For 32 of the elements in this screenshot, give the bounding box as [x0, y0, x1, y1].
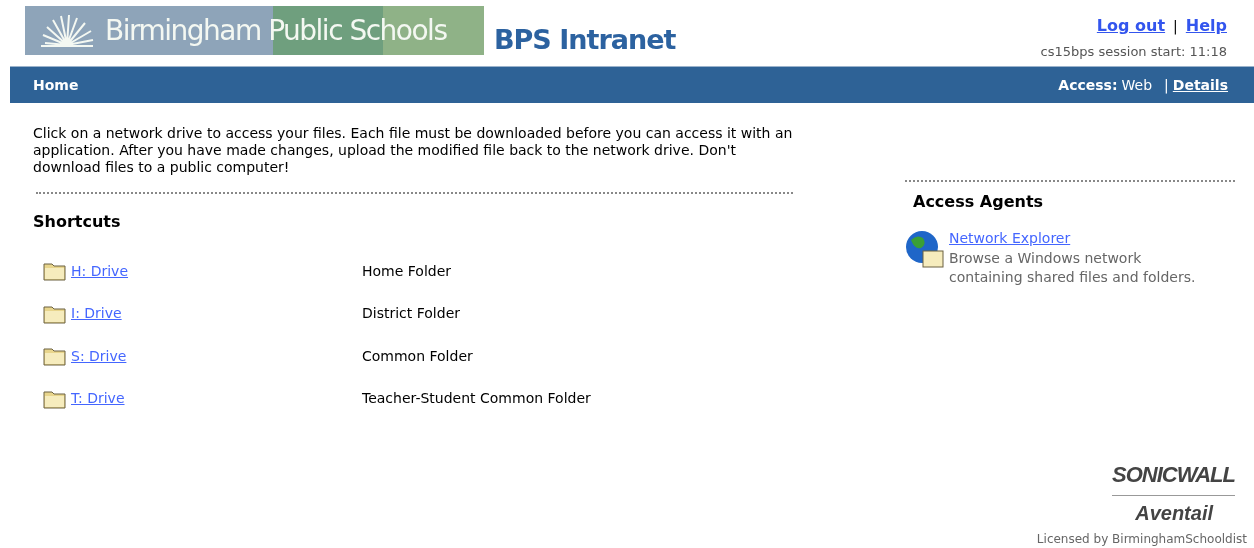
- section-heading: Shortcuts: [33, 211, 122, 233]
- banner-title: Birmingham Public Schools: [105, 12, 447, 49]
- folder-description: Teacher-Student Common Folder: [362, 389, 591, 409]
- folder-description: District Folder: [362, 304, 460, 324]
- access-label: Access:: [1058, 75, 1118, 95]
- aventail-logo: Aventail: [1135, 501, 1213, 526]
- network-explorer-link[interactable]: Network Explorer: [949, 230, 1071, 246]
- details-link[interactable]: Details: [1172, 74, 1228, 96]
- page-title: Home: [33, 75, 79, 95]
- folder-icon: [43, 388, 67, 409]
- folder-icon: [43, 303, 67, 324]
- help-link[interactable]: Help: [1185, 14, 1227, 38]
- folder-icon: [43, 346, 67, 367]
- sonicwall-logo: SONICWALL: [1112, 458, 1235, 496]
- drive-link[interactable]: I: Drive: [71, 303, 122, 325]
- separator-text: |: [1164, 75, 1169, 96]
- section-heading: Access Agents: [913, 191, 1045, 213]
- license-text: Licensed by BirminghamSchooldist: [1036, 531, 1247, 548]
- drive-link[interactable]: S: Drive: [71, 345, 127, 367]
- access-value: Web: [1121, 75, 1153, 95]
- agent-description: Browse a Windows network containing shared files and folders.: [949, 249, 1197, 287]
- intro-text: Click on a network drive to access your files. Each file must be downloaded before you can access it with an application. After you have made changes, upload the modified file back to the network drive. Don't download files to a public computer!: [33, 125, 793, 176]
- session-info: cs15bps session start: 11:18: [1040, 43, 1227, 61]
- logout-link[interactable]: Log out: [1096, 14, 1166, 38]
- globe-folder-icon: [905, 230, 945, 270]
- drive-link[interactable]: H: Drive: [71, 260, 129, 282]
- folder-icon: [43, 261, 67, 282]
- folder-description: Home Folder: [362, 261, 452, 281]
- site-title: BPS Intranet: [494, 23, 676, 57]
- separator-text: |: [1173, 16, 1178, 37]
- drive-link[interactable]: T: Drive: [71, 388, 125, 410]
- folder-description: Common Folder: [362, 346, 473, 366]
